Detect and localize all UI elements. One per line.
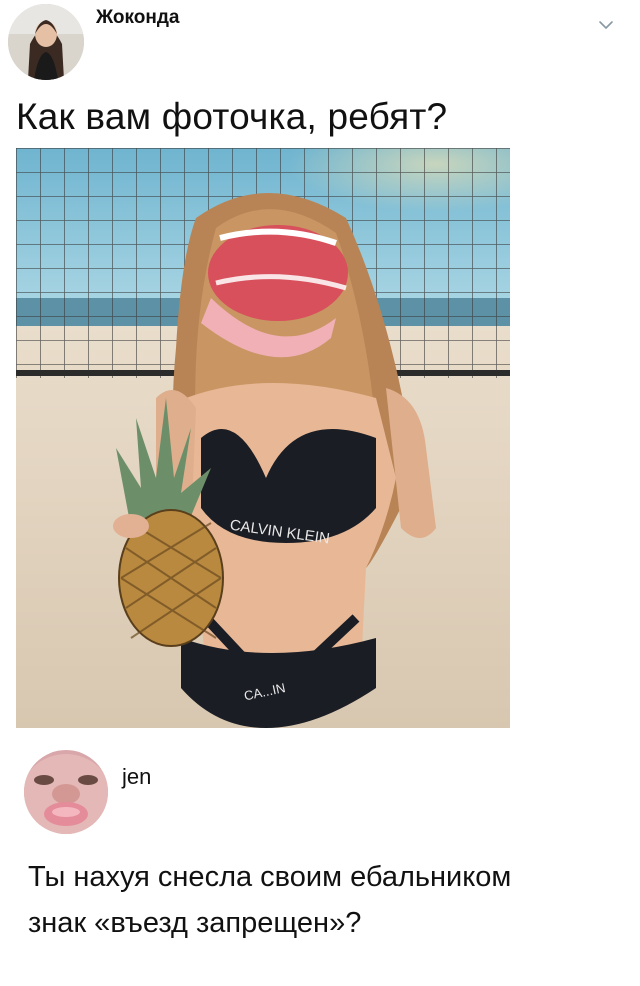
author-avatar-image (8, 4, 84, 80)
post-text: Как вам фоточка, ребят? (16, 96, 448, 137)
reply-text-line-1: Ты нахуя снесла своим ебальником (28, 861, 512, 893)
reply-avatar-image (24, 750, 108, 834)
reply-text: Ты нахуя снесла своим ебальником знак «в… (28, 854, 628, 946)
chevron-down-icon[interactable] (597, 16, 615, 34)
reply-author-name[interactable]: jen (122, 764, 151, 790)
author-name[interactable]: Жоконда (96, 7, 180, 29)
reply: jen Ты нахуя снесла своим ебальником зна… (0, 740, 640, 986)
post-photo[interactable]: CALVIN KLEIN CA...IN (16, 148, 510, 728)
post-header: Жоконда (0, 0, 640, 80)
reply-text-line-2: знак «въезд запрещен»? (28, 907, 362, 939)
reply-avatar[interactable] (24, 750, 108, 834)
author-avatar[interactable] (8, 4, 84, 80)
beach-photo: CALVIN KLEIN CA...IN (16, 148, 510, 728)
